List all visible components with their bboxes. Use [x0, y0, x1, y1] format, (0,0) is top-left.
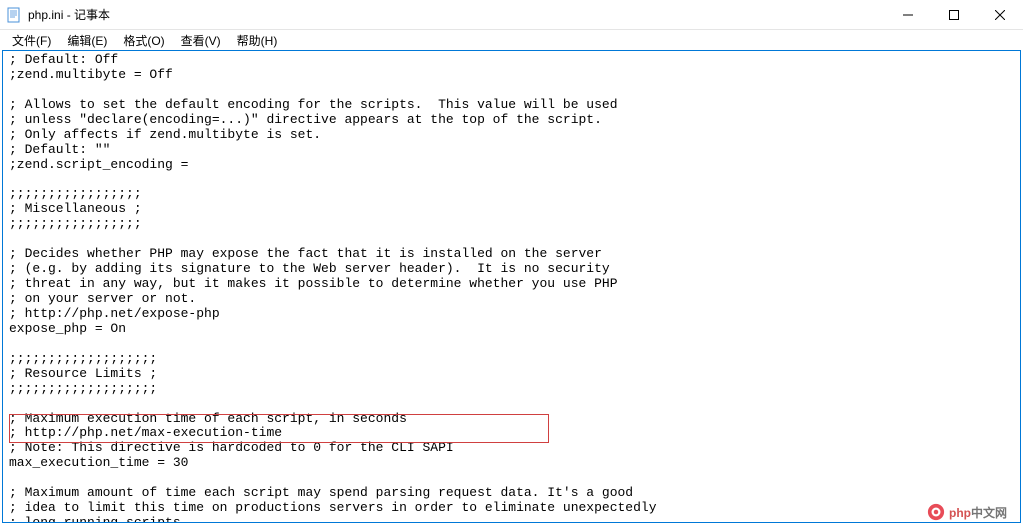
close-icon [995, 10, 1005, 20]
maximize-icon [949, 10, 959, 20]
menu-file[interactable]: 文件(F) [4, 30, 59, 51]
menu-format[interactable]: 格式(O) [115, 30, 172, 51]
menu-view[interactable]: 查看(V) [173, 30, 229, 51]
watermark-text: php中文网 [949, 504, 1007, 521]
minimize-icon [903, 10, 913, 20]
editor-text[interactable]: ; Default: Off ;zend.multibyte = Off ; A… [3, 51, 1020, 522]
php-logo-icon [927, 503, 945, 521]
editor-container: ; Default: Off ;zend.multibyte = Off ; A… [2, 50, 1021, 523]
window-title: php.ini - 记事本 [28, 6, 885, 23]
menubar: 文件(F) 编辑(E) 格式(O) 查看(V) 帮助(H) [0, 30, 1023, 50]
window-controls [885, 0, 1023, 29]
watermark: php中文网 [927, 503, 1007, 521]
close-button[interactable] [977, 0, 1023, 29]
maximize-button[interactable] [931, 0, 977, 29]
menu-edit[interactable]: 编辑(E) [59, 30, 115, 51]
menu-help[interactable]: 帮助(H) [229, 30, 286, 51]
editor-scroll[interactable]: ; Default: Off ;zend.multibyte = Off ; A… [3, 51, 1020, 522]
minimize-button[interactable] [885, 0, 931, 29]
titlebar: php.ini - 记事本 [0, 0, 1023, 30]
notepad-icon [6, 7, 22, 23]
